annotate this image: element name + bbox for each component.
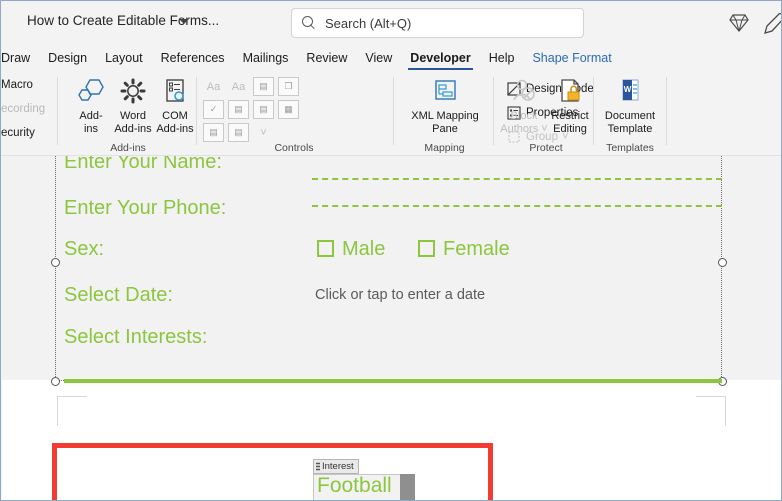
selection-handle-icon[interactable]: [718, 258, 727, 267]
tab-review[interactable]: Review: [297, 46, 356, 71]
xml-mapping-pane-icon: [411, 75, 479, 107]
record-macro-button: ecording: [1, 103, 46, 115]
field-label-phone: Enter Your Phone:: [64, 197, 227, 219]
com-add-ins-label-line2: Add-ins: [156, 123, 194, 135]
xml-mapping-pane-button[interactable]: XML Mapping Pane: [411, 75, 479, 136]
ribbon-group-mapping: XML Mapping Pane Mapping: [397, 71, 492, 156]
group-separator: [493, 77, 494, 145]
ribbon-developer: Macro ecording ecurity Add- ins Word Add…: [1, 71, 781, 156]
search-placeholder: Search (Alt+Q): [325, 15, 412, 31]
legacy-tools-chevron-icon[interactable]: ˅: [253, 123, 274, 142]
page-margin-corner-mark: [57, 396, 87, 426]
drop-down-list-content-control-icon[interactable]: ▤: [253, 100, 274, 119]
tab-help[interactable]: Help: [480, 46, 524, 71]
restrict-editing-label-line2: Editing: [553, 123, 587, 135]
repeating-section-content-control-icon[interactable]: ▤: [203, 123, 224, 142]
pen-icon[interactable]: [763, 13, 781, 35]
block-authors-button: Block Authors ˅: [498, 75, 550, 136]
field-label-select-date: Select Date:: [64, 284, 173, 306]
tab-shape-format[interactable]: Shape Format: [523, 46, 620, 71]
selection-handle-icon[interactable]: [51, 258, 60, 267]
building-block-gallery-icon[interactable]: ❐: [278, 77, 299, 96]
word-add-ins-label-line1: Word: [119, 110, 147, 122]
document-template-button[interactable]: W Document Template: [598, 75, 662, 136]
tab-references[interactable]: References: [152, 46, 234, 71]
group-separator: [196, 77, 197, 145]
com-add-ins-label-line1: COM: [162, 110, 188, 122]
diamond-icon[interactable]: [729, 14, 749, 32]
page-margin-corner-mark: [696, 396, 726, 426]
group-separator: [57, 77, 58, 145]
document-title: How to Create Editable Forms...: [27, 13, 220, 28]
picture-content-control-icon[interactable]: ▤: [253, 77, 274, 96]
mapping-group-label: Mapping: [424, 142, 465, 154]
ribbon-group-code: Macro ecording ecurity: [1, 71, 56, 156]
title-bar: How to Create Editable Forms... Search (…: [1, 1, 781, 46]
add-ins-label-line1: Add-: [79, 110, 103, 122]
name-input-line[interactable]: [312, 178, 722, 180]
green-divider-bar: [64, 379, 722, 383]
xml-mapping-pane-label-line2: Pane: [432, 123, 458, 135]
restrict-editing-lock-icon: [544, 75, 596, 107]
tab-draw[interactable]: Draw: [1, 46, 39, 71]
document-template-label-line1: Document: [604, 110, 656, 122]
block-authors-label-line2: Authors: [500, 123, 539, 135]
tab-mailings[interactable]: Mailings: [234, 46, 298, 71]
combo-box-content-control-icon[interactable]: ▤: [228, 100, 249, 119]
sex-option-male-label: Male: [342, 238, 386, 260]
field-label-select-interests: Select Interests:: [64, 326, 208, 348]
field-label-name: Enter Your Name:: [64, 156, 222, 173]
com-add-ins-button[interactable]: COM Add-ins: [149, 75, 201, 136]
com-addins-icon: [149, 75, 201, 107]
group-separator: [666, 77, 667, 145]
controls-group-label: Controls: [274, 142, 314, 154]
sex-option-male[interactable]: Male: [317, 238, 385, 261]
date-picker-placeholder[interactable]: Click or tap to enter a date: [315, 287, 485, 303]
templates-group-label: Templates: [606, 142, 654, 154]
search-input[interactable]: Search (Alt+Q): [291, 8, 584, 38]
word-application-window: How to Create Editable Forms... Search (…: [0, 0, 782, 501]
ribbon-group-templates: W Document Template Templates: [596, 71, 664, 156]
sex-option-female[interactable]: Female: [418, 238, 510, 261]
ribbon-group-controls: Aa Aa ▤ ❐ ✓ ▤ ▤ ▦ ▤ ▤ ˅ Design Mode Prop…: [199, 71, 594, 156]
annotation-rectangle: [52, 443, 493, 500]
restrict-editing-label-line1: Restrict: [551, 110, 589, 122]
search-icon: [302, 15, 317, 31]
chevron-down-icon[interactable]: [179, 19, 189, 24]
document-template-label-line2: Template: [607, 123, 653, 135]
date-picker-content-control-icon[interactable]: ▦: [278, 100, 299, 119]
rich-text-content-control-icon[interactable]: Aa: [203, 77, 224, 96]
macro-security-button[interactable]: ecurity: [1, 127, 35, 139]
tab-developer[interactable]: Developer: [401, 46, 479, 71]
field-label-sex: Sex:: [64, 238, 105, 260]
empty-checkbox-icon[interactable]: [317, 240, 334, 257]
restrict-editing-button[interactable]: Restrict Editing: [544, 75, 596, 136]
tab-layout[interactable]: Layout: [96, 46, 152, 71]
ribbon-group-protect: Block Authors ˅ Restrict Editing Protect: [496, 71, 596, 156]
ribbon-tab-strip: Draw Design Layout References Mailings R…: [1, 46, 781, 71]
group-separator: [593, 77, 594, 145]
document-canvas[interactable]: Enter Your Name: Enter Your Phone: Sex: …: [2, 156, 781, 500]
word-add-ins-label-line2: Add-ins: [114, 123, 152, 135]
xml-mapping-pane-label-line1: XML Mapping: [411, 110, 479, 122]
tab-design[interactable]: Design: [39, 46, 96, 71]
legacy-tools-icon[interactable]: ▤: [228, 123, 249, 142]
svg-text:W: W: [624, 85, 632, 94]
add-ins-label-line2: ins: [83, 123, 99, 135]
group-separator: [393, 77, 394, 145]
protect-group-label: Protect: [529, 142, 563, 154]
word-document-template-icon: W: [598, 75, 662, 107]
ribbon-group-addins: Add- ins Word Add-ins COM Add-ins Add-in…: [61, 71, 195, 156]
sex-option-female-label: Female: [443, 238, 510, 260]
check-box-content-control-icon[interactable]: ✓: [203, 100, 224, 119]
block-authors-label-line1: Block: [510, 110, 538, 122]
addins-group-label: Add-ins: [110, 142, 146, 154]
tab-view[interactable]: View: [356, 46, 401, 71]
macro-button[interactable]: Macro: [1, 79, 33, 91]
block-authors-icon: [498, 75, 550, 107]
selection-handle-icon[interactable]: [51, 377, 60, 386]
plain-text-content-control-icon[interactable]: Aa: [228, 77, 249, 96]
phone-input-line[interactable]: [312, 205, 722, 207]
empty-checkbox-icon[interactable]: [418, 240, 435, 257]
